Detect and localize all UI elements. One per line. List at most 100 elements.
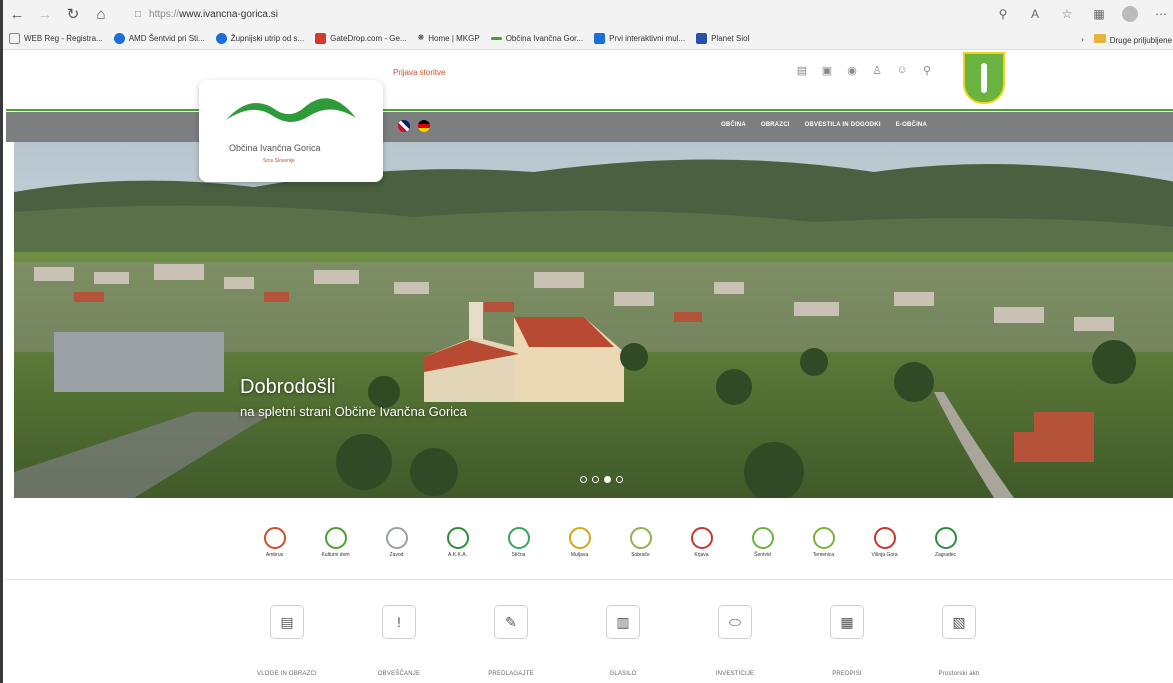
partner-label: Kulturni dom: [321, 551, 350, 558]
bookmark[interactable]: Planet Siol: [696, 33, 749, 44]
partner-label: Šentvid: [754, 551, 771, 558]
partner-emblem-icon: [629, 526, 652, 549]
book-icon[interactable]: ▦: [830, 605, 864, 639]
bookmark[interactable]: Občina Ivančna Gor...: [490, 34, 583, 43]
site-logo[interactable]: Občina Ivančna Gorica Srce Slovenije: [199, 80, 383, 182]
nav-e-obcina[interactable]: E-OBČINA: [896, 122, 927, 128]
partner-logo[interactable]: Stična: [488, 520, 549, 564]
quick-link-label: OBVEŠČANJE: [377, 671, 421, 677]
utility-icons: ▤ ▣ ◉ ♙ ☺ ⚲: [796, 64, 933, 77]
bookmark[interactable]: WEB Reg - Registra...: [9, 33, 103, 44]
refresh-icon[interactable]: ↻: [59, 0, 87, 28]
bookmark[interactable]: GateDrop.com - Ge...: [315, 33, 407, 44]
quick-link[interactable]: ▧ Prostorski akti: [903, 605, 1015, 677]
logo-name: Občina Ivančna Gorica: [229, 143, 321, 153]
quick-link[interactable]: ⬭ INVESTICIJE: [679, 605, 791, 677]
search-icon[interactable]: ⚲: [921, 64, 933, 77]
site-icon: ❋: [417, 33, 425, 42]
partner-logo[interactable]: Kulturni dom: [305, 520, 366, 564]
read-aloud-icon[interactable]: A: [1026, 7, 1044, 21]
nav-obcina[interactable]: OBČINA: [721, 122, 746, 128]
bookmark-label: Home | MKGP: [428, 34, 480, 43]
partner-logo[interactable]: Zavod: [366, 520, 427, 564]
partner-logo[interactable]: Muljava: [549, 520, 610, 564]
bookmark-label: WEB Reg - Registra...: [24, 34, 103, 43]
partner-logo[interactable]: Zagradec: [915, 520, 976, 564]
bookmark[interactable]: ❋ Home | MKGP: [418, 33, 480, 44]
browser-window: ← → ↻ ⌂ □ https:// www.ivancna-gorica.si…: [0, 0, 1173, 683]
slider-dot[interactable]: [592, 476, 599, 483]
hero-slider: Dobrodošli na spletni strani Občine Ivan…: [14, 142, 1173, 498]
alert-icon[interactable]: !: [382, 605, 416, 639]
site-icon: [490, 37, 502, 40]
main-nav-bar: [6, 112, 1173, 142]
accessibility-icon[interactable]: ♙: [871, 64, 883, 77]
bookmark[interactable]: Župnijski utrip od s...: [215, 33, 304, 44]
favorite-star-icon[interactable]: ☆: [1058, 7, 1076, 21]
quick-link[interactable]: ✎ PREDLAGAJTE: [455, 605, 567, 677]
site-icon: [113, 33, 125, 44]
home-icon[interactable]: ⌂: [87, 0, 115, 28]
hero-title: Dobrodošli: [240, 376, 336, 398]
slider-dot[interactable]: [580, 476, 587, 483]
german-flag-icon[interactable]: [418, 120, 430, 132]
quick-link-label: GLASILO: [609, 671, 637, 677]
collections-icon[interactable]: ▦: [1090, 7, 1108, 21]
back-icon[interactable]: ←: [3, 0, 31, 28]
page-icon: [9, 33, 20, 44]
other-bookmarks[interactable]: Druge priljubljene: [1093, 33, 1172, 45]
slider-dots: [580, 476, 623, 483]
partner-logo[interactable]: Krjava: [671, 520, 732, 564]
partner-logo[interactable]: Šentvid: [732, 520, 793, 564]
pencil-icon[interactable]: ✎: [494, 605, 528, 639]
document-icon[interactable]: ▤: [796, 64, 808, 77]
bookmark-label: Prvi interaktivni mul...: [609, 34, 686, 43]
more-icon[interactable]: ⋯: [1152, 7, 1170, 21]
partner-logo[interactable]: Ambrus: [244, 520, 305, 564]
url-host: www.ivancna-gorica.si: [179, 8, 278, 20]
forward-icon[interactable]: →: [31, 0, 59, 28]
quick-link[interactable]: ▥ GLASILO: [567, 605, 679, 677]
partner-logo[interactable]: A.K.K.A.: [427, 520, 488, 564]
user-icon[interactable]: ☺: [896, 64, 908, 77]
green-divider: [6, 109, 1173, 111]
coat-of-arms: [963, 52, 1005, 104]
report-link[interactable]: Prijava storitve: [393, 68, 445, 77]
bookmark-label: AMD Šentvid pri Sti...: [128, 34, 205, 43]
partner-emblem-icon: [507, 526, 530, 549]
chevron-right-icon[interactable]: ›: [1081, 35, 1084, 44]
profile-avatar[interactable]: [1122, 6, 1138, 22]
english-flag-icon[interactable]: [398, 120, 410, 132]
slider-dot-active[interactable]: [604, 476, 611, 483]
partner-logo[interactable]: Temenica: [793, 520, 854, 564]
address-bar: ← → ↻ ⌂ □ https:// www.ivancna-gorica.si…: [3, 0, 1173, 28]
bookmark[interactable]: AMD Šentvid pri Sti...: [113, 33, 205, 44]
zoom-icon[interactable]: ⚲: [994, 7, 1012, 21]
quick-link-label: PREDLAGAJTE: [488, 671, 534, 677]
lock-icon: □: [135, 8, 142, 20]
partner-emblem-icon: [568, 526, 591, 549]
nav-obrazci[interactable]: OBRAZCI: [761, 122, 790, 128]
clipboard-icon[interactable]: ▥: [606, 605, 640, 639]
quick-link[interactable]: ! OBVEŠČANJE: [343, 605, 455, 677]
language-switcher: [398, 120, 430, 132]
bookmark[interactable]: Prvi interaktivni mul...: [594, 33, 685, 44]
partner-emblem-icon: [690, 526, 713, 549]
eye-icon[interactable]: ◉: [846, 64, 858, 77]
browser-toolbar: ⚲ A ☆ ▦ ⋯: [994, 0, 1170, 28]
handshake-icon[interactable]: ⬭: [718, 605, 752, 639]
nav-obvestila[interactable]: OBVESTILA IN DOGODKI: [805, 122, 881, 128]
slider-dot[interactable]: [616, 476, 623, 483]
calendar-icon[interactable]: ▣: [821, 64, 833, 77]
partner-logo[interactable]: Sobrače: [610, 520, 671, 564]
quick-link-label: PREDPISI: [832, 671, 862, 677]
partner-emblem-icon: [812, 526, 835, 549]
quick-link[interactable]: ▦ PREDPISI: [791, 605, 903, 677]
partner-logo[interactable]: Višnja Gora: [854, 520, 915, 564]
document-icon[interactable]: ▤: [270, 605, 304, 639]
quick-link[interactable]: ▤ VLOGE IN OBRAZCI: [231, 605, 343, 677]
url-field[interactable]: □ https:// www.ivancna-gorica.si: [135, 3, 278, 25]
logo-tagline: Srce Slovenije: [263, 158, 295, 164]
map-icon[interactable]: ▧: [942, 605, 976, 639]
partner-emblem-icon: [934, 526, 957, 549]
